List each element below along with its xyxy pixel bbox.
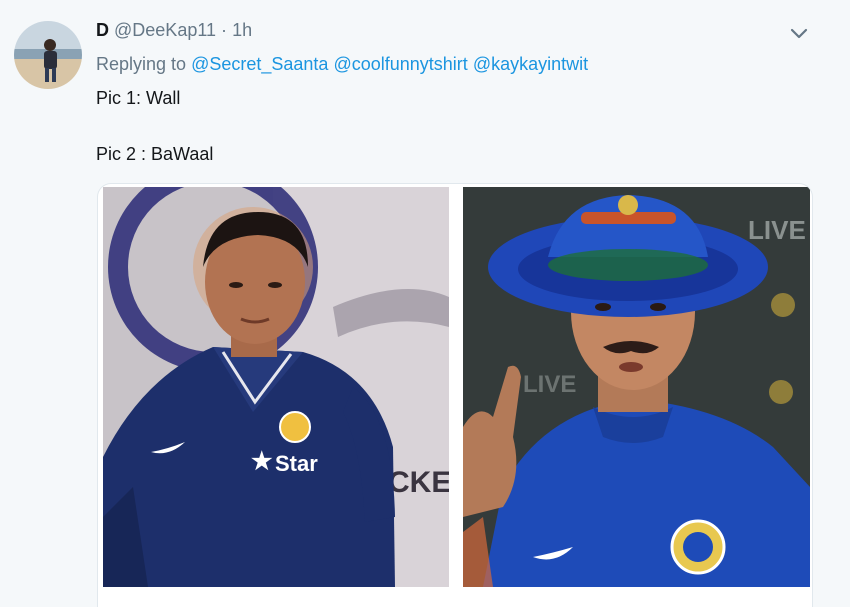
display-name[interactable]: D bbox=[96, 20, 109, 40]
jersey-brand-text: Star bbox=[275, 451, 318, 476]
tweet-text-line: Pic 2 : BaWaal bbox=[96, 144, 214, 164]
mention-link[interactable]: @kaykayintwit bbox=[473, 54, 588, 74]
replying-to: Replying to @Secret_Saanta @coolfunnytsh… bbox=[96, 52, 810, 76]
backdrop-text: CKE bbox=[388, 466, 449, 499]
media-photo-left[interactable]: CKE ★ Star bbox=[103, 187, 449, 587]
user-handle[interactable]: @DeeKap11 bbox=[114, 20, 216, 40]
tweet-content: D @DeeKap11 · 1h Replying to @Secret_Saa… bbox=[96, 18, 810, 166]
tweet-timestamp[interactable]: 1h bbox=[232, 20, 252, 40]
chevron-down-icon[interactable] bbox=[788, 22, 810, 44]
backdrop-text: LIVE bbox=[523, 371, 576, 398]
media-photo-right[interactable]: LIVE LIVE bbox=[463, 187, 810, 587]
avatar[interactable] bbox=[14, 21, 82, 89]
avatar-image bbox=[14, 21, 82, 89]
tweet-text: Pic 1: Wall Pic 2 : BaWaal bbox=[96, 86, 810, 166]
replying-to-label: Replying to bbox=[96, 54, 187, 74]
svg-text:★: ★ bbox=[251, 448, 273, 475]
mention-link[interactable]: @coolfunnytshirt bbox=[333, 54, 467, 74]
media-container: CKE ★ Star LIVE LIVE bbox=[97, 183, 813, 607]
mention-link[interactable]: @Secret_Saanta bbox=[191, 54, 328, 74]
backdrop-text: LIVE bbox=[748, 215, 806, 245]
tweet[interactable]: D @DeeKap11 · 1h Replying to @Secret_Saa… bbox=[0, 0, 850, 607]
tweet-text-line: Pic 1: Wall bbox=[96, 88, 181, 108]
time-separator: · bbox=[221, 20, 228, 40]
tweet-header: D @DeeKap11 · 1h bbox=[96, 18, 810, 42]
